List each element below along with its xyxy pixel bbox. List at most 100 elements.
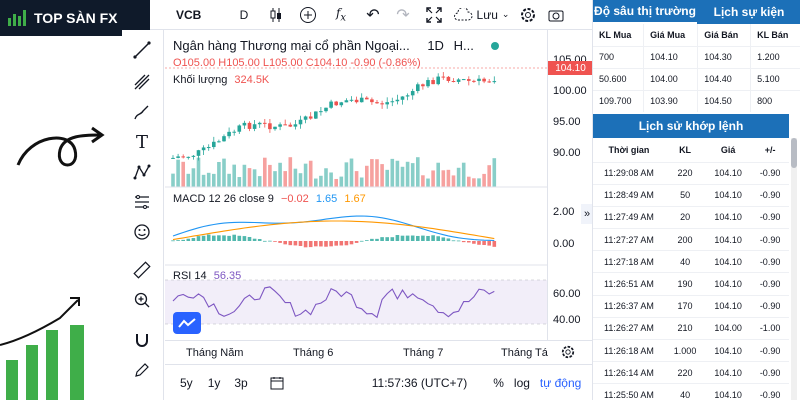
measure-tool[interactable] — [130, 190, 154, 214]
depth-row[interactable]: 109.700 103.90 104.50 800 — [593, 89, 800, 112]
settings-button[interactable] — [512, 0, 544, 30]
history-row[interactable]: 11:28:49 AM 50 104.10 -0.90 — [593, 183, 789, 207]
auto-scale-toggle[interactable]: tự động — [540, 376, 581, 390]
redo-button[interactable]: ↷ — [388, 0, 418, 30]
range-1y[interactable]: 1y — [208, 376, 221, 390]
history-row[interactable]: 11:26:27 AM 210 104.00 -1.00 — [593, 316, 789, 340]
brush-tool[interactable] — [130, 100, 154, 124]
candle-body — [191, 155, 196, 157]
candle-body — [171, 157, 175, 159]
volume-bar — [268, 164, 272, 187]
macd-hist-bar — [370, 238, 374, 241]
lock-drawings-tool[interactable] — [130, 358, 154, 382]
percent-toggle[interactable]: % — [493, 376, 504, 390]
price-axis[interactable]: 105.00 104.10 100.00 95.00 90.00 2.00 0.… — [547, 30, 593, 340]
tab-events[interactable]: Lịch sự kiện — [697, 0, 800, 24]
compare-button[interactable] — [292, 0, 324, 30]
volume-bar — [431, 170, 435, 187]
history-row[interactable]: 11:26:18 AM 1.000 104.10 -0.90 — [593, 338, 789, 362]
trade-history-list[interactable]: Thời gian KL Giá +/- 11:29:08 AM 220 104.10 -0… — [593, 138, 789, 400]
history-cell: 104.10 — [705, 338, 752, 362]
macd-hist-bar — [283, 241, 287, 245]
macd-hist-bar — [426, 235, 430, 241]
history-row[interactable]: 11:27:18 AM 40 104.10 -0.90 — [593, 250, 789, 273]
history-row[interactable]: 11:29:08 AM 220 104.10 -0.90 — [593, 161, 789, 185]
magnet-tool[interactable] — [130, 328, 154, 352]
fullscreen-button[interactable] — [418, 0, 450, 30]
volume-bar — [171, 173, 175, 187]
volume-bar — [436, 162, 440, 187]
candle-body — [329, 101, 333, 108]
history-cell: 11:27:27 AM — [593, 228, 665, 251]
depth-cell: 5.100 — [750, 67, 800, 90]
chart-logo-button[interactable] — [173, 312, 201, 334]
history-cell: 11:26:18 AM — [593, 338, 665, 362]
current-price-badge: 104.10 — [548, 61, 593, 75]
interval-selector[interactable]: D — [228, 0, 260, 30]
volume-bar — [339, 176, 344, 187]
history-cell: 11:26:27 AM — [593, 316, 665, 340]
range-3m[interactable]: 3p — [234, 376, 247, 390]
time-axis[interactable]: Tháng Năm Tháng 6 Tháng 7 Tháng Tá — [165, 340, 592, 364]
date-range-button[interactable] — [270, 376, 284, 390]
volume-bar — [237, 177, 242, 187]
pattern-tool[interactable] — [130, 160, 154, 184]
history-scrollbar[interactable] — [791, 138, 797, 400]
history-row[interactable]: 11:26:51 AM 190 104.10 -0.90 — [593, 272, 789, 296]
chart-type-button[interactable] — [260, 0, 292, 30]
depth-row[interactable]: 50.600 104.00 104.40 5.100 — [593, 67, 800, 90]
volume-bar — [410, 163, 415, 187]
macd-hist-bar — [186, 238, 191, 241]
fib-tool[interactable] — [130, 70, 154, 94]
volume-bar — [456, 167, 461, 187]
axis-settings-button[interactable] — [561, 345, 577, 361]
trend-line-tool[interactable] — [130, 38, 154, 62]
depth-header-cell: Giá Mua — [643, 24, 699, 46]
snapshot-button[interactable] — [544, 0, 568, 30]
clock[interactable]: 11:57:36 (UTC+7) — [372, 376, 468, 390]
ruler-tool[interactable] — [130, 258, 154, 282]
promo-bar-3 — [46, 330, 58, 400]
chart-canvas[interactable]: Ngân hàng Thương mại cổ phần Ngoại... 1D… — [165, 30, 593, 340]
depth-row[interactable]: 700 104.10 104.30 1.200 — [593, 45, 800, 68]
symbol-search[interactable]: VCB — [164, 0, 228, 30]
time-label-jun: Tháng 6 — [293, 347, 334, 359]
icons-tool[interactable] — [130, 220, 154, 244]
candle-body — [359, 97, 364, 103]
tab-market-depth[interactable]: Độ sâu thị trường — [593, 0, 697, 24]
macd-hist-bar — [436, 236, 440, 241]
macd-hist-bar — [222, 235, 226, 241]
undo-button[interactable]: ↶ — [358, 0, 388, 30]
candle-body — [314, 111, 318, 119]
log-toggle[interactable]: log — [514, 376, 530, 390]
history-row[interactable]: 11:27:27 AM 200 104.10 -0.90 — [593, 228, 789, 251]
pattern-icon — [133, 164, 151, 180]
volume-bar — [201, 174, 206, 187]
right-panel: Độ sâu thị trường Lịch sự kiện KL Mua Giá… — [592, 0, 800, 400]
indicators-button[interactable]: fx — [324, 0, 358, 30]
history-cell: -0.90 — [751, 361, 789, 384]
scroll-thumb[interactable] — [791, 138, 797, 168]
candle-body — [349, 99, 354, 101]
save-button[interactable]: Lưu ⌄ — [450, 0, 512, 30]
range-5y[interactable]: 5y — [180, 376, 193, 390]
history-row[interactable]: 11:26:37 AM 170 104.10 -0.90 — [593, 294, 789, 318]
pencil-lock-icon — [135, 363, 149, 377]
volume-bar — [349, 158, 354, 187]
history-row[interactable]: 11:27:49 AM 20 104.10 -0.90 — [593, 205, 789, 229]
history-cell: 11:26:51 AM — [593, 272, 665, 296]
zoom-tool[interactable] — [130, 288, 154, 312]
history-row[interactable]: 11:26:14 AM 220 104.10 -0.90 — [593, 361, 789, 384]
candle-body — [252, 124, 257, 129]
volume-bar — [446, 169, 451, 187]
history-cell: 210 — [664, 316, 706, 340]
right-panel-tabs: Độ sâu thị trường Lịch sự kiện — [593, 0, 800, 24]
text-tool[interactable]: T — [130, 130, 154, 154]
candle-body — [212, 141, 216, 148]
volume-bar — [380, 164, 384, 187]
fx-icon: fx — [335, 5, 347, 24]
macd-hist-bar — [314, 241, 318, 247]
history-cell: -0.90 — [751, 338, 789, 362]
history-row[interactable]: 11:25:50 AM 40 104.10 -0.90 — [593, 383, 789, 400]
macd-hist-bar — [232, 234, 236, 241]
